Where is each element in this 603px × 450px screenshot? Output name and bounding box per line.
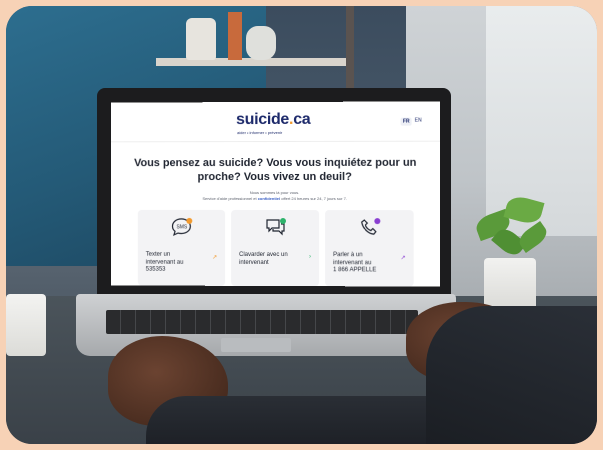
- label-line: intervenant au: [333, 260, 393, 268]
- sleeve: [426, 306, 597, 444]
- card-icon-area: [231, 210, 319, 244]
- subheadline: Nous sommes là pour vous.: [151, 190, 400, 195]
- page-headline: Vous pensez au suicide? Vous vous inquié…: [131, 156, 420, 184]
- text-option-card[interactable]: SMS Texter un intervenant au 535353 ↗: [138, 210, 225, 286]
- card-label: Parler à un intervenant au 1 866 APPELLE: [333, 252, 393, 275]
- label-line: intervenant: [239, 259, 299, 267]
- label-line: 535353: [146, 267, 206, 275]
- service-description: Service d'aide professionnel et confiden…: [151, 196, 400, 201]
- card-label: Clavarder avec un intervenant: [239, 252, 299, 267]
- card-badge: [374, 218, 380, 224]
- description-highlight: confidentiel: [258, 196, 280, 201]
- tagline: aider • informer • prévenir: [237, 130, 282, 135]
- shelf: [156, 58, 346, 66]
- lamp: [346, 6, 354, 96]
- description-text: offert 24 heures sur 24, 7 jours sur 7.: [281, 196, 347, 201]
- label-line: Texter un: [146, 252, 206, 260]
- headline-line: proche? Vous vivez un deuil?: [131, 170, 420, 184]
- logo-tld: ca: [293, 111, 310, 128]
- label-line: intervenant au: [146, 259, 206, 267]
- card-icon-area: SMS: [138, 210, 225, 244]
- photo-background: suicide.ca aider • informer • prévenir F…: [6, 6, 597, 444]
- books: [228, 12, 242, 60]
- headline-line: Vous pensez au suicide? Vous vous inquié…: [131, 156, 420, 170]
- vase: [246, 26, 276, 60]
- external-link-icon: ↗: [212, 254, 217, 261]
- description-text: Service d'aide professionnel et: [202, 196, 256, 201]
- lang-fr-button[interactable]: FR: [401, 118, 412, 126]
- site-header: suicide.ca aider • informer • prévenir F…: [111, 101, 440, 142]
- label-line: Parler à un: [333, 252, 393, 260]
- phone-option-card[interactable]: Parler à un intervenant au 1 866 APPELLE…: [325, 210, 414, 286]
- language-switcher: FR EN: [401, 118, 422, 126]
- card-badge: [280, 218, 286, 224]
- logo-text: suicide: [236, 111, 289, 128]
- vase: [186, 18, 216, 60]
- card-icon-area: [325, 210, 414, 244]
- card-badge: [186, 218, 192, 224]
- chat-option-card[interactable]: Clavarder avec un intervenant ›: [231, 210, 319, 286]
- contact-options: SMS Texter un intervenant au 535353 ↗ Cl…: [138, 210, 430, 287]
- label-line: Clavarder avec un: [239, 252, 299, 260]
- label-line: 1 866 APPELLE: [333, 267, 393, 275]
- chevron-right-icon: ›: [309, 254, 311, 260]
- external-link-icon: ↗: [401, 254, 406, 261]
- keyboard: [106, 310, 418, 334]
- white-box: [6, 294, 46, 356]
- laptop-screen: suicide.ca aider • informer • prévenir F…: [111, 101, 440, 286]
- card-label: Texter un intervenant au 535353: [146, 252, 206, 275]
- site-logo[interactable]: suicide.ca: [236, 111, 310, 129]
- lang-en-button[interactable]: EN: [415, 118, 422, 126]
- trackpad: [221, 338, 291, 352]
- svg-text:SMS: SMS: [176, 224, 187, 230]
